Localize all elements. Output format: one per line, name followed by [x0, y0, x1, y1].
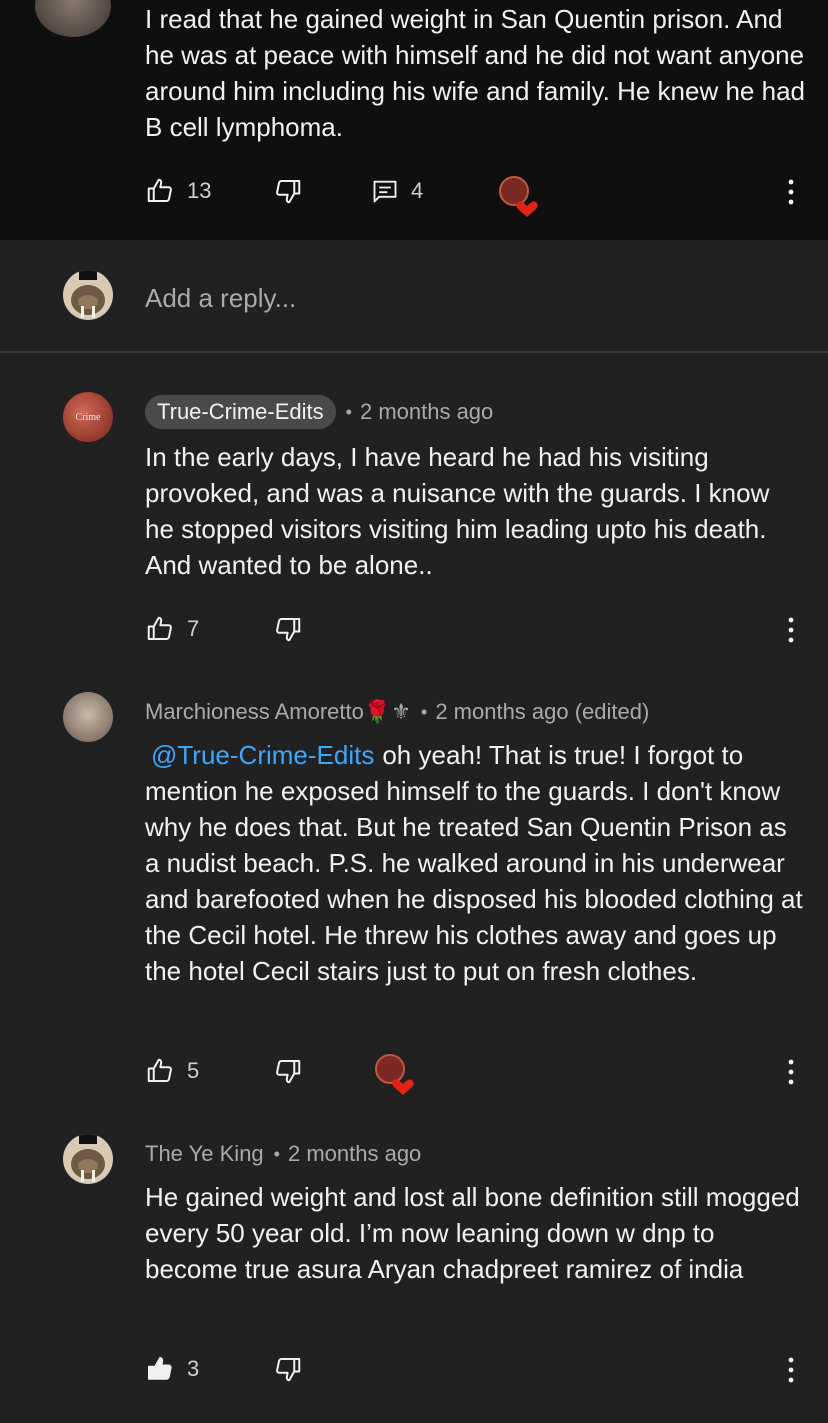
author-chip[interactable]: True-Crime-Edits — [145, 395, 336, 429]
reply-like-count: 5 — [187, 1058, 200, 1083]
parent-replies-count: 4 — [411, 178, 424, 203]
creator-heart-badge — [374, 1054, 416, 1101]
reply-time: 2 months ago — [359, 399, 494, 424]
reply-text: oh yeah! That is true! I forgot to menti… — [145, 740, 803, 986]
more-vert-icon — [783, 1357, 799, 1388]
more-vert-icon — [783, 617, 799, 648]
separator-dot: • — [273, 1143, 280, 1164]
reply-dislike-button[interactable] — [273, 1354, 303, 1384]
reply-avatar-the-ye-king[interactable] — [63, 1134, 113, 1184]
mention-link[interactable]: @True-Crime-Edits — [151, 740, 374, 770]
reply-like-button-liked[interactable]: 3 — [145, 1350, 199, 1388]
comment-icon — [371, 177, 399, 205]
reply-like-count: 3 — [187, 1356, 200, 1381]
thumbs-up-icon — [145, 1056, 175, 1086]
reply-author[interactable]: The Ye King — [145, 1141, 264, 1167]
reply-header: The Ye King • 2 months ago — [145, 1136, 421, 1172]
reply-like-button[interactable]: 7 — [145, 610, 199, 648]
thumbs-down-icon — [273, 1354, 303, 1384]
reply-avatar-true-crime-edits[interactable]: Crime — [63, 392, 113, 442]
parent-comment-text: I read that he gained weight in San Quen… — [145, 4, 805, 142]
parent-like-count: 13 — [187, 178, 212, 203]
reply-more-options-button[interactable] — [783, 616, 799, 649]
reply-time: 2 months ago — [287, 1141, 422, 1166]
separator-dot: • — [421, 701, 428, 722]
thumbs-down-icon — [273, 1056, 303, 1086]
reply-like-button[interactable]: 5 — [145, 1052, 199, 1090]
thumbs-up-icon — [145, 614, 175, 644]
reply-text: In the early days, I have heard he had h… — [145, 442, 770, 580]
reply-avatar-marchioness[interactable] — [63, 692, 113, 742]
creator-heart-badge — [498, 176, 540, 223]
reply-header: True-Crime-Edits • 2 months ago — [145, 394, 493, 430]
thumbs-down-icon — [273, 614, 303, 644]
reply-like-count: 7 — [187, 616, 200, 641]
add-reply-input[interactable]: Add a reply... — [145, 280, 296, 316]
divider — [0, 351, 828, 353]
reply-time: 2 months ago (edited) — [435, 699, 650, 724]
more-vert-icon — [783, 179, 799, 210]
reply-header: Marchioness Amoretto🌹⚜ • 2 months ago (e… — [145, 694, 649, 730]
reply-more-options-button[interactable] — [783, 1356, 799, 1389]
parent-replies-button[interactable]: 4 — [371, 172, 423, 210]
separator-dot: • — [345, 401, 352, 422]
parent-like-button[interactable]: 13 — [145, 172, 211, 210]
reply-text: He gained weight and lost all bone defin… — [145, 1182, 800, 1284]
reply-dislike-button[interactable] — [273, 614, 303, 644]
reply-body: @True-Crime-Edits oh yeah! That is true! … — [145, 737, 805, 989]
current-user-avatar — [63, 270, 113, 320]
reply-dislike-button[interactable] — [273, 1056, 303, 1086]
reply-author[interactable]: Marchioness Amoretto🌹⚜ — [145, 699, 411, 725]
thumbs-up-icon — [145, 176, 175, 206]
parent-dislike-button[interactable] — [273, 176, 303, 206]
svg-text:Crime: Crime — [76, 412, 102, 423]
parent-more-options-button[interactable] — [783, 178, 799, 211]
reply-more-options-button[interactable] — [783, 1058, 799, 1091]
thumbs-up-filled-icon — [145, 1354, 175, 1384]
more-vert-icon — [783, 1059, 799, 1090]
thumbs-down-icon — [273, 176, 303, 206]
